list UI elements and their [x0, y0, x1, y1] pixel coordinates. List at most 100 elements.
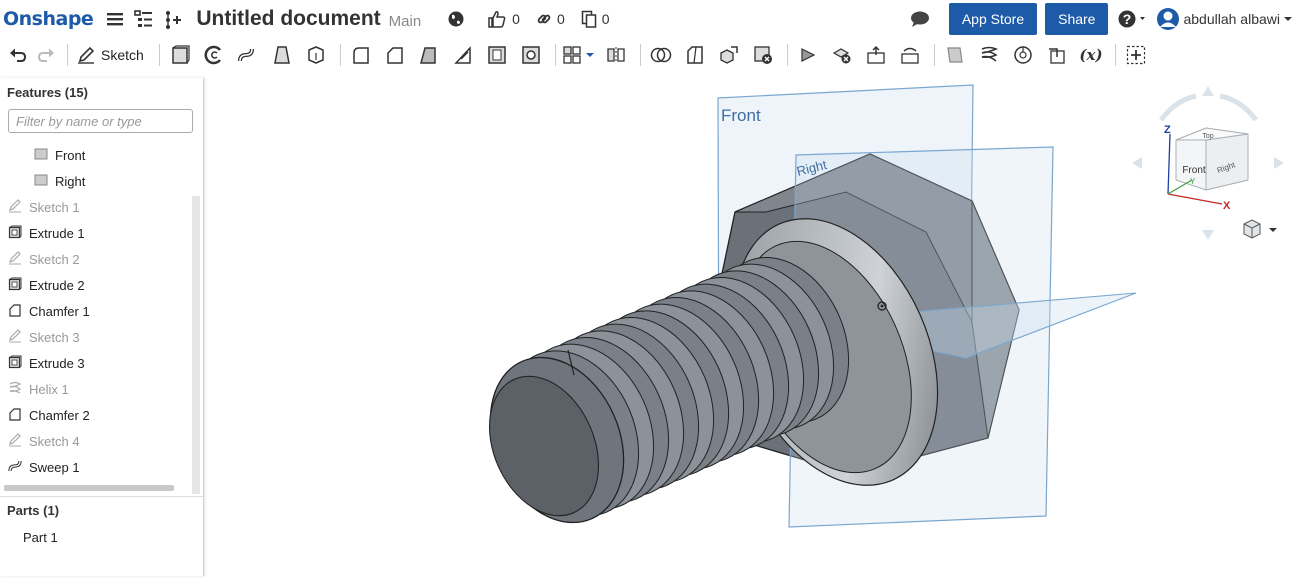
feature-item[interactable]: Sweep 1 — [8, 456, 188, 478]
extrude-tool-icon[interactable] — [165, 41, 195, 69]
modify-fillet-tool-icon[interactable] — [793, 41, 823, 69]
feature-item[interactable]: Right — [34, 170, 214, 192]
document-title[interactable]: Untitled document — [196, 7, 380, 31]
sketch-button[interactable]: Sketch — [73, 41, 148, 69]
undo-icon[interactable] — [6, 41, 30, 69]
feature-label: Extrude 3 — [29, 355, 85, 371]
pattern-tool-icon[interactable] — [561, 41, 583, 69]
transform-tool-icon[interactable] — [714, 41, 744, 69]
top-bar: Onshape Untitled document Main 0 0 0 App… — [0, 0, 1297, 38]
view-cube-arrow-right-icon[interactable] — [1274, 157, 1284, 169]
sketch-icon — [8, 433, 24, 449]
insert-branch-icon[interactable] — [160, 6, 186, 32]
feature-toolbar: Sketch (x) — [0, 38, 1297, 71]
chamfer-tool-icon[interactable] — [380, 41, 410, 69]
revolve-tool-icon[interactable] — [199, 41, 229, 69]
plane-tool-icon[interactable] — [940, 41, 970, 69]
variable-tool-icon[interactable]: (x) — [1076, 41, 1106, 69]
feature-item[interactable]: Sketch 2 — [8, 248, 188, 270]
feature-item[interactable]: Sketch 3 — [8, 326, 188, 348]
comments-icon[interactable] — [907, 6, 933, 32]
view-cube-arrow-down-icon[interactable] — [1202, 230, 1214, 240]
boolean-tool-icon[interactable] — [646, 41, 676, 69]
link-icon — [537, 14, 551, 24]
measure-tool-icon[interactable] — [1042, 41, 1072, 69]
links-stat[interactable]: 0 — [536, 11, 565, 27]
view-cube-arrow-up-icon[interactable] — [1202, 86, 1214, 96]
view-cube-front-label[interactable]: Front — [1182, 165, 1206, 176]
feature-item[interactable]: Helix 1 — [8, 378, 188, 400]
fillet-tool-icon[interactable] — [346, 41, 376, 69]
copies-stat[interactable]: 0 — [581, 10, 610, 28]
delete-face-tool-icon[interactable] — [827, 41, 857, 69]
user-menu[interactable]: abdullah albawi — [1156, 7, 1293, 31]
user-name: abdullah albawi — [1183, 11, 1280, 27]
svg-text:?: ? — [1123, 11, 1132, 27]
links-count: 0 — [556, 11, 565, 27]
feature-label: Extrude 1 — [29, 225, 85, 241]
feature-item[interactable]: Extrude 3 — [8, 352, 188, 374]
view-cube-top-label[interactable]: Top — [1202, 133, 1213, 140]
feature-item[interactable]: Sketch 4 — [8, 430, 188, 452]
hole-tool-icon[interactable] — [516, 41, 546, 69]
feature-item[interactable]: Extrude 2 — [8, 274, 188, 296]
app-store-button[interactable]: App Store — [948, 3, 1038, 35]
onshape-logo[interactable]: Onshape — [3, 8, 94, 30]
redo-icon[interactable] — [34, 41, 58, 69]
rotate-ccw-icon[interactable] — [1159, 93, 1197, 122]
feature-label: Chamfer 2 — [29, 407, 90, 423]
feature-item[interactable]: Extrude 1 — [8, 222, 188, 244]
feature-list-scrollbar[interactable] — [192, 196, 200, 494]
help-icon[interactable]: ? — [1118, 6, 1150, 32]
part-label: Part 1 — [23, 530, 58, 545]
sketch-icon — [8, 329, 24, 345]
mirror-tool-icon[interactable] — [601, 41, 631, 69]
svg-text:(x): (x) — [1079, 46, 1102, 64]
feature-label: Sketch 2 — [29, 251, 80, 267]
feature-label: Front — [55, 147, 86, 163]
feature-list-icon[interactable] — [131, 6, 157, 32]
feature-item[interactable]: Chamfer 2 — [8, 404, 188, 426]
globe-icon[interactable] — [443, 6, 469, 32]
draft-tool-icon[interactable] — [414, 41, 444, 69]
feature-filter-input[interactable] — [8, 109, 193, 133]
share-button[interactable]: Share — [1045, 3, 1109, 35]
menu-icon[interactable] — [102, 6, 128, 32]
feature-item[interactable]: Sketch 1 — [8, 196, 188, 218]
copies-count: 0 — [601, 11, 610, 27]
move-face-tool-icon[interactable] — [861, 41, 891, 69]
loft-tool-icon[interactable] — [267, 41, 297, 69]
sweep-tool-icon[interactable] — [233, 41, 263, 69]
sketch-label: Sketch — [101, 46, 144, 63]
thumbs-up-icon — [488, 11, 506, 28]
rotate-cw-icon[interactable] — [1219, 93, 1258, 122]
chamfer-icon — [8, 407, 24, 423]
view-cube[interactable]: Front Right Top Z X Y — [1132, 86, 1284, 240]
replace-face-tool-icon[interactable] — [895, 41, 925, 69]
feature-item[interactable]: Front — [34, 144, 214, 166]
add-custom-feature-icon[interactable] — [1121, 41, 1151, 69]
chamfer-icon — [8, 303, 24, 319]
likes-stat[interactable]: 0 — [487, 10, 520, 28]
delete-part-tool-icon[interactable] — [748, 41, 778, 69]
split-tool-icon[interactable] — [680, 41, 710, 69]
document-branch[interactable]: Main — [389, 13, 422, 30]
features-title: Features (15) — [7, 85, 88, 100]
copy-icon — [581, 10, 597, 28]
helix-tool-icon[interactable] — [974, 41, 1004, 69]
mate-connector-tool-icon[interactable] — [1008, 41, 1038, 69]
rib-tool-icon[interactable] — [448, 41, 478, 69]
view-options-menu[interactable] — [1243, 219, 1277, 239]
axis-x-label: X — [1223, 200, 1231, 212]
shell-tool-icon[interactable] — [482, 41, 512, 69]
view-cube-arrow-left-icon[interactable] — [1132, 157, 1142, 169]
part-list-item[interactable]: Part 1 — [23, 530, 58, 545]
feature-list-panel: Features (15) Front Right Sketch 1 Extrude … — [0, 78, 204, 576]
feature-list-horizontal-scrollbar[interactable] — [4, 485, 174, 491]
feature-item[interactable]: Chamfer 1 — [8, 300, 188, 322]
graphics-viewport[interactable]: Front Right Front Right Top Z X Y — [206, 72, 1297, 576]
extrude-icon — [8, 277, 24, 293]
axis-z-label: Z — [1164, 124, 1171, 136]
thicken-tool-icon[interactable] — [301, 41, 331, 69]
pattern-dropdown-icon[interactable] — [583, 41, 597, 69]
